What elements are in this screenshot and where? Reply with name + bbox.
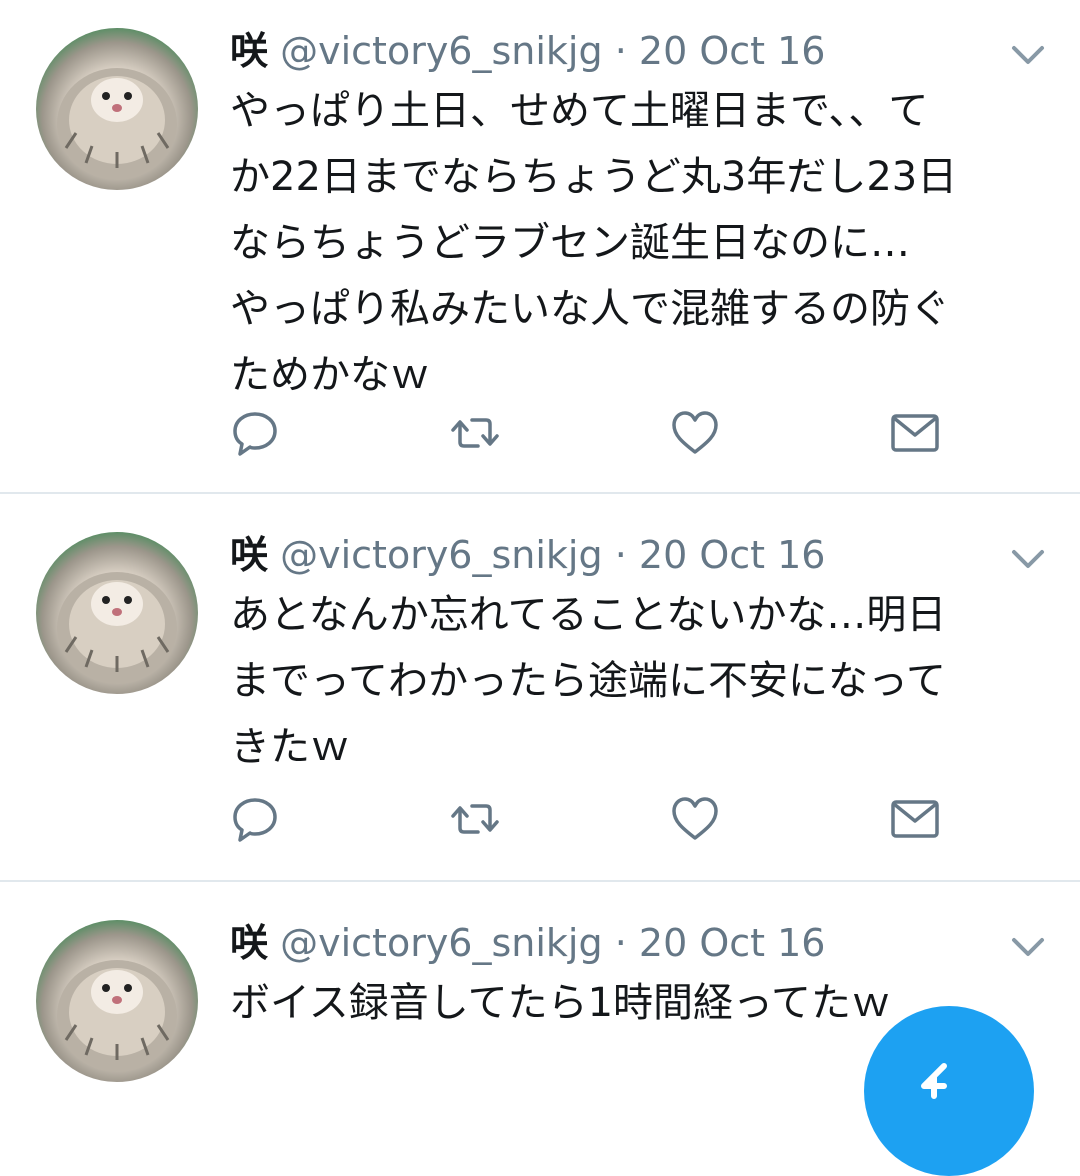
tweet-actions xyxy=(0,794,1080,844)
chevron-down-icon[interactable] xyxy=(1008,40,1048,70)
heart-icon[interactable] xyxy=(670,794,720,844)
compose-tweet-icon xyxy=(921,1063,947,1099)
tweet-text-line: ならちょうどラブセン誕生日なのに… xyxy=(230,220,910,266)
tweet-text-line: あとなんか忘れてることないかな…明日 xyxy=(230,592,947,638)
tweet-text-line: きたｗ xyxy=(230,724,350,770)
tweet[interactable]: 咲 @victory6_snikjg · 20 Oct 16 あとなんか忘れてる… xyxy=(0,494,1080,880)
hedgehog-avatar[interactable] xyxy=(36,28,198,190)
tweet-header: 咲 @victory6_snikjg · 20 Oct 16 xyxy=(230,26,825,76)
tweet-text-line: か22日までならちょうど丸3年だし23日 xyxy=(230,154,958,200)
tweet-text-line: やっぱり土日、せめて土曜日まで、、て xyxy=(230,88,929,134)
hedgehog-avatar[interactable] xyxy=(36,532,198,694)
tweet-actions xyxy=(0,408,1080,458)
retweet-icon[interactable] xyxy=(450,794,500,844)
tweet-header: 咲 @victory6_snikjg · 20 Oct 16 xyxy=(230,918,825,968)
timestamp[interactable]: 20 Oct 16 xyxy=(639,29,826,73)
chevron-down-icon[interactable] xyxy=(1008,544,1048,574)
display-name[interactable]: 咲 xyxy=(230,533,268,577)
tweet-text-line: やっぱり私みたいな人で混雑するの防ぐ xyxy=(230,286,950,332)
tweet-text: やっぱり土日、せめて土曜日まで、、て か22日までならちょうど丸3年だし23日 … xyxy=(230,78,1060,408)
tweet-text-line: までってわかったら途端に不安になって xyxy=(230,658,946,704)
timestamp[interactable]: 20 Oct 16 xyxy=(639,921,826,965)
tweet-text: あとなんか忘れてることないかな…明日 までってわかったら途端に不安になって きた… xyxy=(230,582,1060,780)
tweet-header: 咲 @victory6_snikjg · 20 Oct 16 xyxy=(230,530,825,580)
display-name[interactable]: 咲 xyxy=(230,29,268,73)
separator: · xyxy=(614,29,627,73)
chevron-down-icon[interactable] xyxy=(1008,932,1048,962)
mail-icon[interactable] xyxy=(890,794,940,844)
compose-tweet-button[interactable] xyxy=(864,1006,1034,1176)
user-handle[interactable]: @victory6_snikjg xyxy=(280,921,603,965)
reply-icon[interactable] xyxy=(230,794,280,844)
user-handle[interactable]: @victory6_snikjg xyxy=(280,29,603,73)
hedgehog-avatar[interactable] xyxy=(36,920,198,1082)
separator: · xyxy=(614,921,627,965)
tweet[interactable]: 咲 @victory6_snikjg · 20 Oct 16 やっぱり土日、せめ… xyxy=(0,0,1080,492)
separator: · xyxy=(614,533,627,577)
mail-icon[interactable] xyxy=(890,408,940,458)
reply-icon[interactable] xyxy=(230,408,280,458)
tweet-text-line: ためかなｗ xyxy=(230,352,430,398)
user-handle[interactable]: @victory6_snikjg xyxy=(280,533,603,577)
retweet-icon[interactable] xyxy=(450,408,500,458)
display-name[interactable]: 咲 xyxy=(230,921,268,965)
heart-icon[interactable] xyxy=(670,408,720,458)
timestamp[interactable]: 20 Oct 16 xyxy=(639,533,826,577)
